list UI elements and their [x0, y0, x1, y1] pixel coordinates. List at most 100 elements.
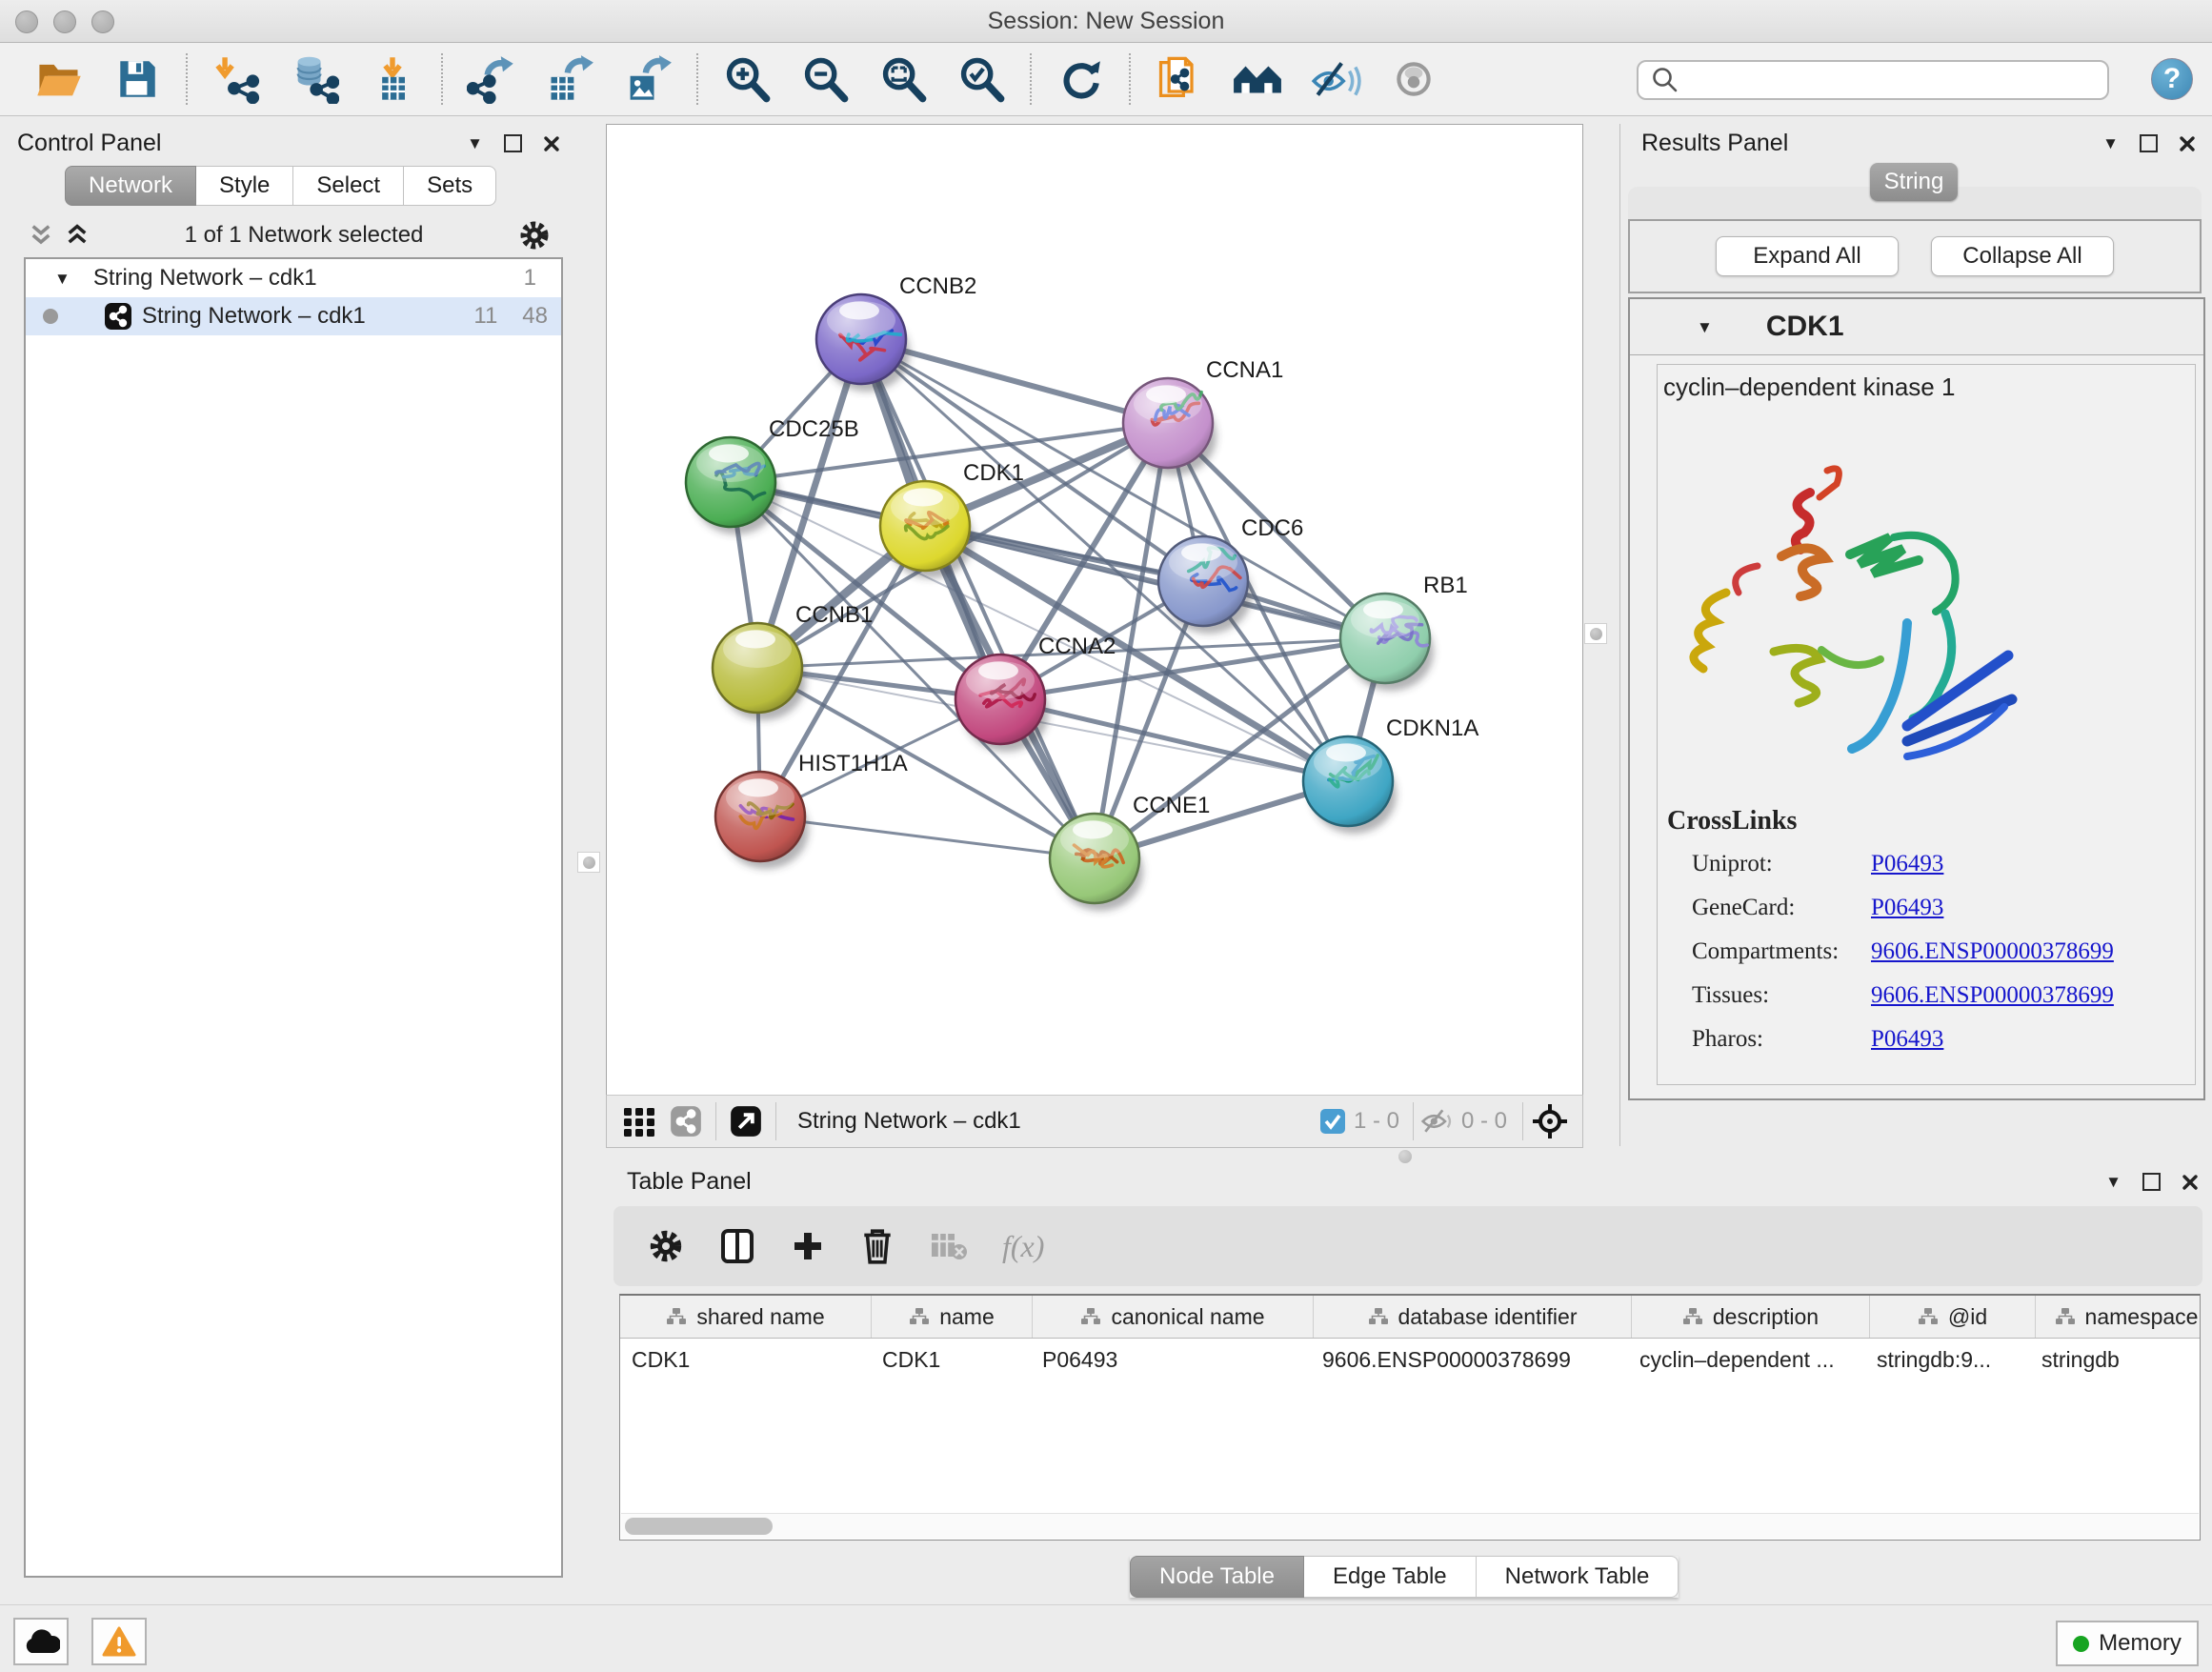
hide-panel-button[interactable] [1309, 52, 1362, 106]
node-HIST1H1A[interactable]: HIST1H1A [715, 751, 908, 869]
expand-all-icon[interactable] [65, 223, 90, 248]
zoom-in-button[interactable] [720, 52, 774, 106]
zoom-out-button[interactable] [798, 52, 852, 106]
export-table-button[interactable] [543, 52, 596, 106]
column-header-database-identifier[interactable]: database identifier [1314, 1296, 1632, 1338]
crosslink-link[interactable]: P06493 [1871, 895, 1943, 921]
crosslink-link[interactable]: P06493 [1871, 851, 1943, 877]
table-cell[interactable]: stringdb:9... [1865, 1339, 2030, 1380]
tab-edge-table[interactable]: Edge Table [1304, 1556, 1477, 1598]
selected-checkbox-icon[interactable] [1319, 1108, 1346, 1135]
network-collection-row[interactable]: ▼ String Network – cdk1 1 [26, 259, 561, 297]
float-panel-icon[interactable] [504, 134, 522, 152]
close-panel-icon[interactable] [2179, 135, 2196, 152]
import-network-button[interactable] [210, 52, 263, 106]
node-CCNB2[interactable]: CCNB2 [816, 273, 976, 392]
warning-button[interactable] [91, 1618, 147, 1665]
show-panel-button[interactable] [1387, 52, 1440, 106]
entry-header[interactable]: ▼ CDK1 [1630, 299, 2203, 355]
network-canvas[interactable]: CCNB2CCNA1CDC25BCDK1CDC6RB1CCNB1CCNA2CDK… [606, 124, 1583, 1096]
crosslink-link[interactable]: 9606.ENSP00000378699 [1871, 938, 2114, 965]
collapse-panel-icon[interactable]: ▼ [467, 135, 483, 151]
zoom-selected-button[interactable] [955, 52, 1008, 106]
toolbar-separator [775, 1102, 776, 1140]
table-cell[interactable]: CDK1 [620, 1339, 871, 1380]
save-session-button[interactable] [111, 52, 164, 106]
node-RB1[interactable]: RB1 [1340, 573, 1468, 691]
bottom-splitter-handle[interactable] [1398, 1150, 1412, 1163]
show-columns-button[interactable] [718, 1227, 756, 1265]
right-splitter-handle[interactable] [1584, 623, 1607, 644]
table-settings-button[interactable] [648, 1228, 684, 1264]
network-from-file-button[interactable] [1153, 52, 1206, 106]
open-view-button[interactable] [730, 1105, 762, 1138]
delete-table-button[interactable] [930, 1230, 968, 1262]
node-label-CCNA1: CCNA1 [1206, 357, 1283, 383]
column-header--id[interactable]: @id [1870, 1296, 2036, 1338]
open-session-button[interactable] [32, 52, 86, 106]
table-row[interactable]: CDK1CDK1P064939606.ENSP00000378699cyclin… [620, 1339, 2200, 1380]
birdseye-toggle-button[interactable] [622, 1104, 656, 1138]
open-browser-button[interactable] [1231, 52, 1284, 106]
collapse-all-button[interactable]: Collapse All [1931, 236, 2114, 276]
left-splitter-handle[interactable] [577, 852, 600, 873]
function-builder-button[interactable]: f(x) [1002, 1229, 1044, 1264]
fit-selected-button[interactable] [1531, 1102, 1569, 1140]
table-cell[interactable]: cyclin–dependent ... [1628, 1339, 1865, 1380]
scrollbar-thumb[interactable] [625, 1518, 773, 1535]
refresh-button[interactable] [1054, 52, 1107, 106]
network-list: ▼ String Network – cdk1 1 String Network… [24, 257, 563, 1578]
expand-all-button[interactable]: Expand All [1716, 236, 1899, 276]
memory-button[interactable]: Memory [2056, 1621, 2199, 1666]
edge-CDK1-RB1[interactable] [925, 526, 1385, 638]
network-graph[interactable]: CCNB2CCNA1CDC25BCDK1CDC6RB1CCNB1CCNA2CDK… [607, 125, 1582, 1095]
cloud-button[interactable] [13, 1618, 69, 1665]
crosslink-link[interactable]: 9606.ENSP00000378699 [1871, 982, 2114, 1009]
edge-HIST1H1A-CCNE1[interactable] [760, 816, 1095, 858]
node-CDKN1A[interactable]: CDKN1A [1303, 715, 1478, 834]
tab-network[interactable]: Network [65, 166, 196, 206]
export-image-button[interactable] [621, 52, 674, 106]
network-type-button[interactable] [670, 1105, 702, 1138]
network-row-selected[interactable]: String Network – cdk1 11 48 [26, 297, 561, 335]
horizontal-scrollbar[interactable] [621, 1513, 2199, 1539]
table-cell[interactable]: stringdb [2030, 1339, 2201, 1380]
table-cell[interactable]: CDK1 [871, 1339, 1031, 1380]
column-header-shared-name[interactable]: shared name [620, 1296, 872, 1338]
import-database-button[interactable] [288, 52, 341, 106]
delete-column-button[interactable] [859, 1227, 895, 1265]
table-cell[interactable]: 9606.ENSP00000378699 [1311, 1339, 1628, 1380]
collapse-panel-icon[interactable]: ▼ [2105, 1174, 2122, 1190]
import-table-button[interactable] [366, 52, 419, 106]
crosslink-link[interactable]: P06493 [1871, 1026, 1943, 1053]
node-CDK1[interactable]: CDK1 [880, 460, 1024, 578]
float-panel-icon[interactable] [2140, 134, 2158, 152]
search-input[interactable] [1688, 65, 2107, 95]
node-CCNA1[interactable]: CCNA1 [1123, 357, 1283, 475]
collapse-panel-icon[interactable]: ▼ [2102, 135, 2119, 151]
tab-node-table[interactable]: Node Table [1130, 1556, 1304, 1598]
entry-expand-icon[interactable]: ▼ [1697, 319, 1713, 335]
table-cell[interactable]: P06493 [1031, 1339, 1311, 1380]
collapse-all-icon[interactable] [29, 223, 53, 248]
collection-expand-icon[interactable]: ▼ [54, 271, 70, 287]
tab-network-table[interactable]: Network Table [1477, 1556, 1679, 1598]
tab-sets[interactable]: Sets [404, 166, 496, 206]
close-panel-icon[interactable] [2182, 1174, 2199, 1191]
float-panel-icon[interactable] [2142, 1173, 2161, 1191]
add-column-button[interactable] [791, 1229, 825, 1263]
close-panel-icon[interactable] [543, 135, 560, 152]
tab-string[interactable]: String [1870, 163, 1958, 201]
tab-select[interactable]: Select [293, 166, 404, 206]
column-header-description[interactable]: description [1632, 1296, 1870, 1338]
gear-icon[interactable] [518, 219, 551, 252]
zoom-fit-button[interactable] [876, 52, 930, 106]
column-header-name[interactable]: name [872, 1296, 1033, 1338]
table-header-row: shared name name canonical name database… [620, 1296, 2200, 1339]
export-network-button[interactable] [465, 52, 518, 106]
column-header-canonical-name[interactable]: canonical name [1033, 1296, 1314, 1338]
column-header-namespace[interactable]: namespace [2036, 1296, 2201, 1338]
help-button[interactable]: ? [2151, 58, 2193, 100]
refresh-icon [1056, 55, 1104, 103]
tab-style[interactable]: Style [196, 166, 293, 206]
